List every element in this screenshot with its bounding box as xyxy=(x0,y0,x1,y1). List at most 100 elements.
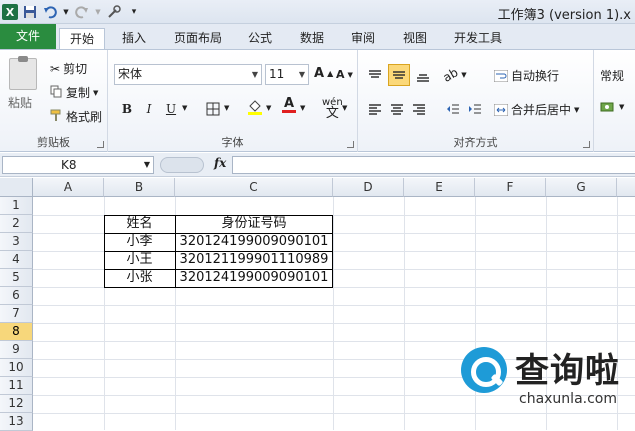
tab-home[interactable]: 开始 xyxy=(59,28,106,49)
phonetic-dropdown-icon[interactable]: ▼ xyxy=(342,104,347,112)
borders-icon xyxy=(206,102,220,116)
fill-color-button[interactable] xyxy=(246,98,264,116)
watermark: 查询啦 chaxunla.com xyxy=(455,335,635,415)
tab-review[interactable]: 审阅 xyxy=(341,28,385,49)
format-painter-icon xyxy=(50,109,63,125)
orientation-button[interactable]: ab ▼ xyxy=(441,65,467,85)
shrink-font-button[interactable]: A ▼ xyxy=(336,68,353,81)
table-header-name[interactable]: 姓名 xyxy=(104,215,175,233)
search-logo-icon xyxy=(461,347,507,393)
font-group-label: 字体 xyxy=(221,136,244,149)
column-header-f[interactable]: F xyxy=(475,178,546,197)
table-cell[interactable]: 320124199009090101 xyxy=(175,233,333,251)
grow-font-button[interactable]: A ▲ xyxy=(314,66,333,81)
row-header-2[interactable]: 2 xyxy=(0,215,33,233)
paste-label: 粘贴 xyxy=(8,96,33,110)
table-header-id[interactable]: 身份证号码 xyxy=(175,215,333,233)
underline-button[interactable]: U xyxy=(162,100,180,118)
row-header-1[interactable]: 1 xyxy=(0,197,33,215)
save-icon[interactable] xyxy=(22,4,38,20)
redo-icon[interactable] xyxy=(74,4,90,20)
accounting-format-button[interactable]: ▼ xyxy=(600,100,624,114)
formula-input[interactable] xyxy=(232,156,635,174)
column-header-e[interactable]: E xyxy=(404,178,475,197)
align-center-button[interactable] xyxy=(388,100,406,118)
row-header-9[interactable]: 9 xyxy=(0,341,33,359)
phonetic-button[interactable]: wén 文 xyxy=(322,98,343,121)
copy-dropdown-icon[interactable]: ▼ xyxy=(93,89,98,97)
copy-button[interactable]: 复制 ▼ xyxy=(50,84,98,101)
paste-button[interactable] xyxy=(9,56,37,90)
name-box[interactable]: K8 ▼ xyxy=(2,156,154,174)
column-header-a[interactable]: A xyxy=(33,178,104,197)
column-header-d[interactable]: D xyxy=(333,178,404,197)
align-top-button[interactable] xyxy=(366,66,384,84)
row-header-4[interactable]: 4 xyxy=(0,251,33,269)
table-cell[interactable]: 小李 xyxy=(104,233,175,251)
copy-icon xyxy=(50,85,63,101)
merge-center-button[interactable]: 合并后居中 ▼ xyxy=(494,101,579,118)
underline-dropdown-icon[interactable]: ▼ xyxy=(182,104,187,112)
alignment-launcher-icon[interactable] xyxy=(583,141,590,148)
redo-dropdown-icon[interactable]: ▼ xyxy=(94,4,102,20)
formula-bar-handle[interactable] xyxy=(160,157,204,173)
increase-indent-button[interactable] xyxy=(466,100,484,118)
tab-file[interactable]: 文件 xyxy=(0,24,56,49)
bold-button[interactable]: B xyxy=(118,100,136,118)
clipboard-launcher-icon[interactable] xyxy=(97,141,104,148)
font-launcher-icon[interactable] xyxy=(347,141,354,148)
wrap-text-button[interactable]: 自动换行 xyxy=(494,67,559,84)
borders-button[interactable] xyxy=(204,100,222,118)
chevron-down-icon: ▼ xyxy=(251,70,258,79)
cut-button[interactable]: ✂ 剪切 xyxy=(50,60,87,77)
row-header-12[interactable]: 12 xyxy=(0,395,33,413)
tab-developer[interactable]: 开发工具 xyxy=(444,28,512,49)
column-header-h[interactable] xyxy=(617,178,635,197)
tab-formulas[interactable]: 公式 xyxy=(238,28,282,49)
undo-icon[interactable] xyxy=(42,4,58,20)
row-header-7[interactable]: 7 xyxy=(0,305,33,323)
insert-function-icon[interactable]: fx xyxy=(214,156,226,170)
merge-dropdown-icon: ▼ xyxy=(574,105,580,114)
column-header-b[interactable]: B xyxy=(104,178,175,197)
fill-color-dropdown-icon[interactable]: ▼ xyxy=(266,104,271,112)
align-left-button[interactable] xyxy=(366,100,384,118)
column-header-c[interactable]: C xyxy=(175,178,333,197)
currency-icon xyxy=(600,102,614,112)
row-header-13[interactable]: 13 xyxy=(0,413,33,431)
borders-dropdown-icon[interactable]: ▼ xyxy=(224,104,229,112)
row-header-3[interactable]: 3 xyxy=(0,233,33,251)
number-format-combo[interactable]: 常规 xyxy=(600,67,624,84)
align-middle-button[interactable] xyxy=(388,64,410,86)
font-color-dropdown-icon[interactable]: ▼ xyxy=(300,104,305,112)
italic-button[interactable]: I xyxy=(140,100,158,118)
row-header-6[interactable]: 6 xyxy=(0,287,33,305)
font-name-combo[interactable]: 宋体 ▼ xyxy=(114,64,262,85)
tools-icon[interactable] xyxy=(106,4,122,20)
table-border xyxy=(104,233,333,234)
row-header-5[interactable]: 5 xyxy=(0,269,33,287)
table-cell[interactable]: 320124199009090101 xyxy=(175,269,333,287)
align-right-button[interactable] xyxy=(410,100,428,118)
orientation-icon: ab xyxy=(440,65,461,85)
tab-insert[interactable]: 插入 xyxy=(112,28,156,49)
column-header-g[interactable]: G xyxy=(546,178,617,197)
tab-page-layout[interactable]: 页面布局 xyxy=(164,28,232,49)
format-painter-button[interactable]: 格式刷 xyxy=(50,108,102,125)
tab-view[interactable]: 视图 xyxy=(393,28,437,49)
row-header-10[interactable]: 10 xyxy=(0,359,33,377)
table-cell[interactable]: 320121199901110989 xyxy=(175,251,333,269)
select-all-corner[interactable] xyxy=(0,178,33,197)
customize-qat-icon[interactable]: ▾ xyxy=(126,4,142,20)
table-cell[interactable]: 小张 xyxy=(104,269,175,287)
row-header-11[interactable]: 11 xyxy=(0,377,33,395)
name-box-value: K8 xyxy=(61,158,77,172)
font-color-button[interactable]: A xyxy=(280,96,298,114)
tab-data[interactable]: 数据 xyxy=(290,28,334,49)
font-size-combo[interactable]: 11 ▼ xyxy=(265,64,309,85)
decrease-indent-button[interactable] xyxy=(444,100,462,118)
undo-dropdown-icon[interactable]: ▼ xyxy=(62,4,70,20)
table-cell[interactable]: 小王 xyxy=(104,251,175,269)
row-header-8[interactable]: 8 xyxy=(0,323,33,341)
align-bottom-button[interactable] xyxy=(414,68,432,86)
